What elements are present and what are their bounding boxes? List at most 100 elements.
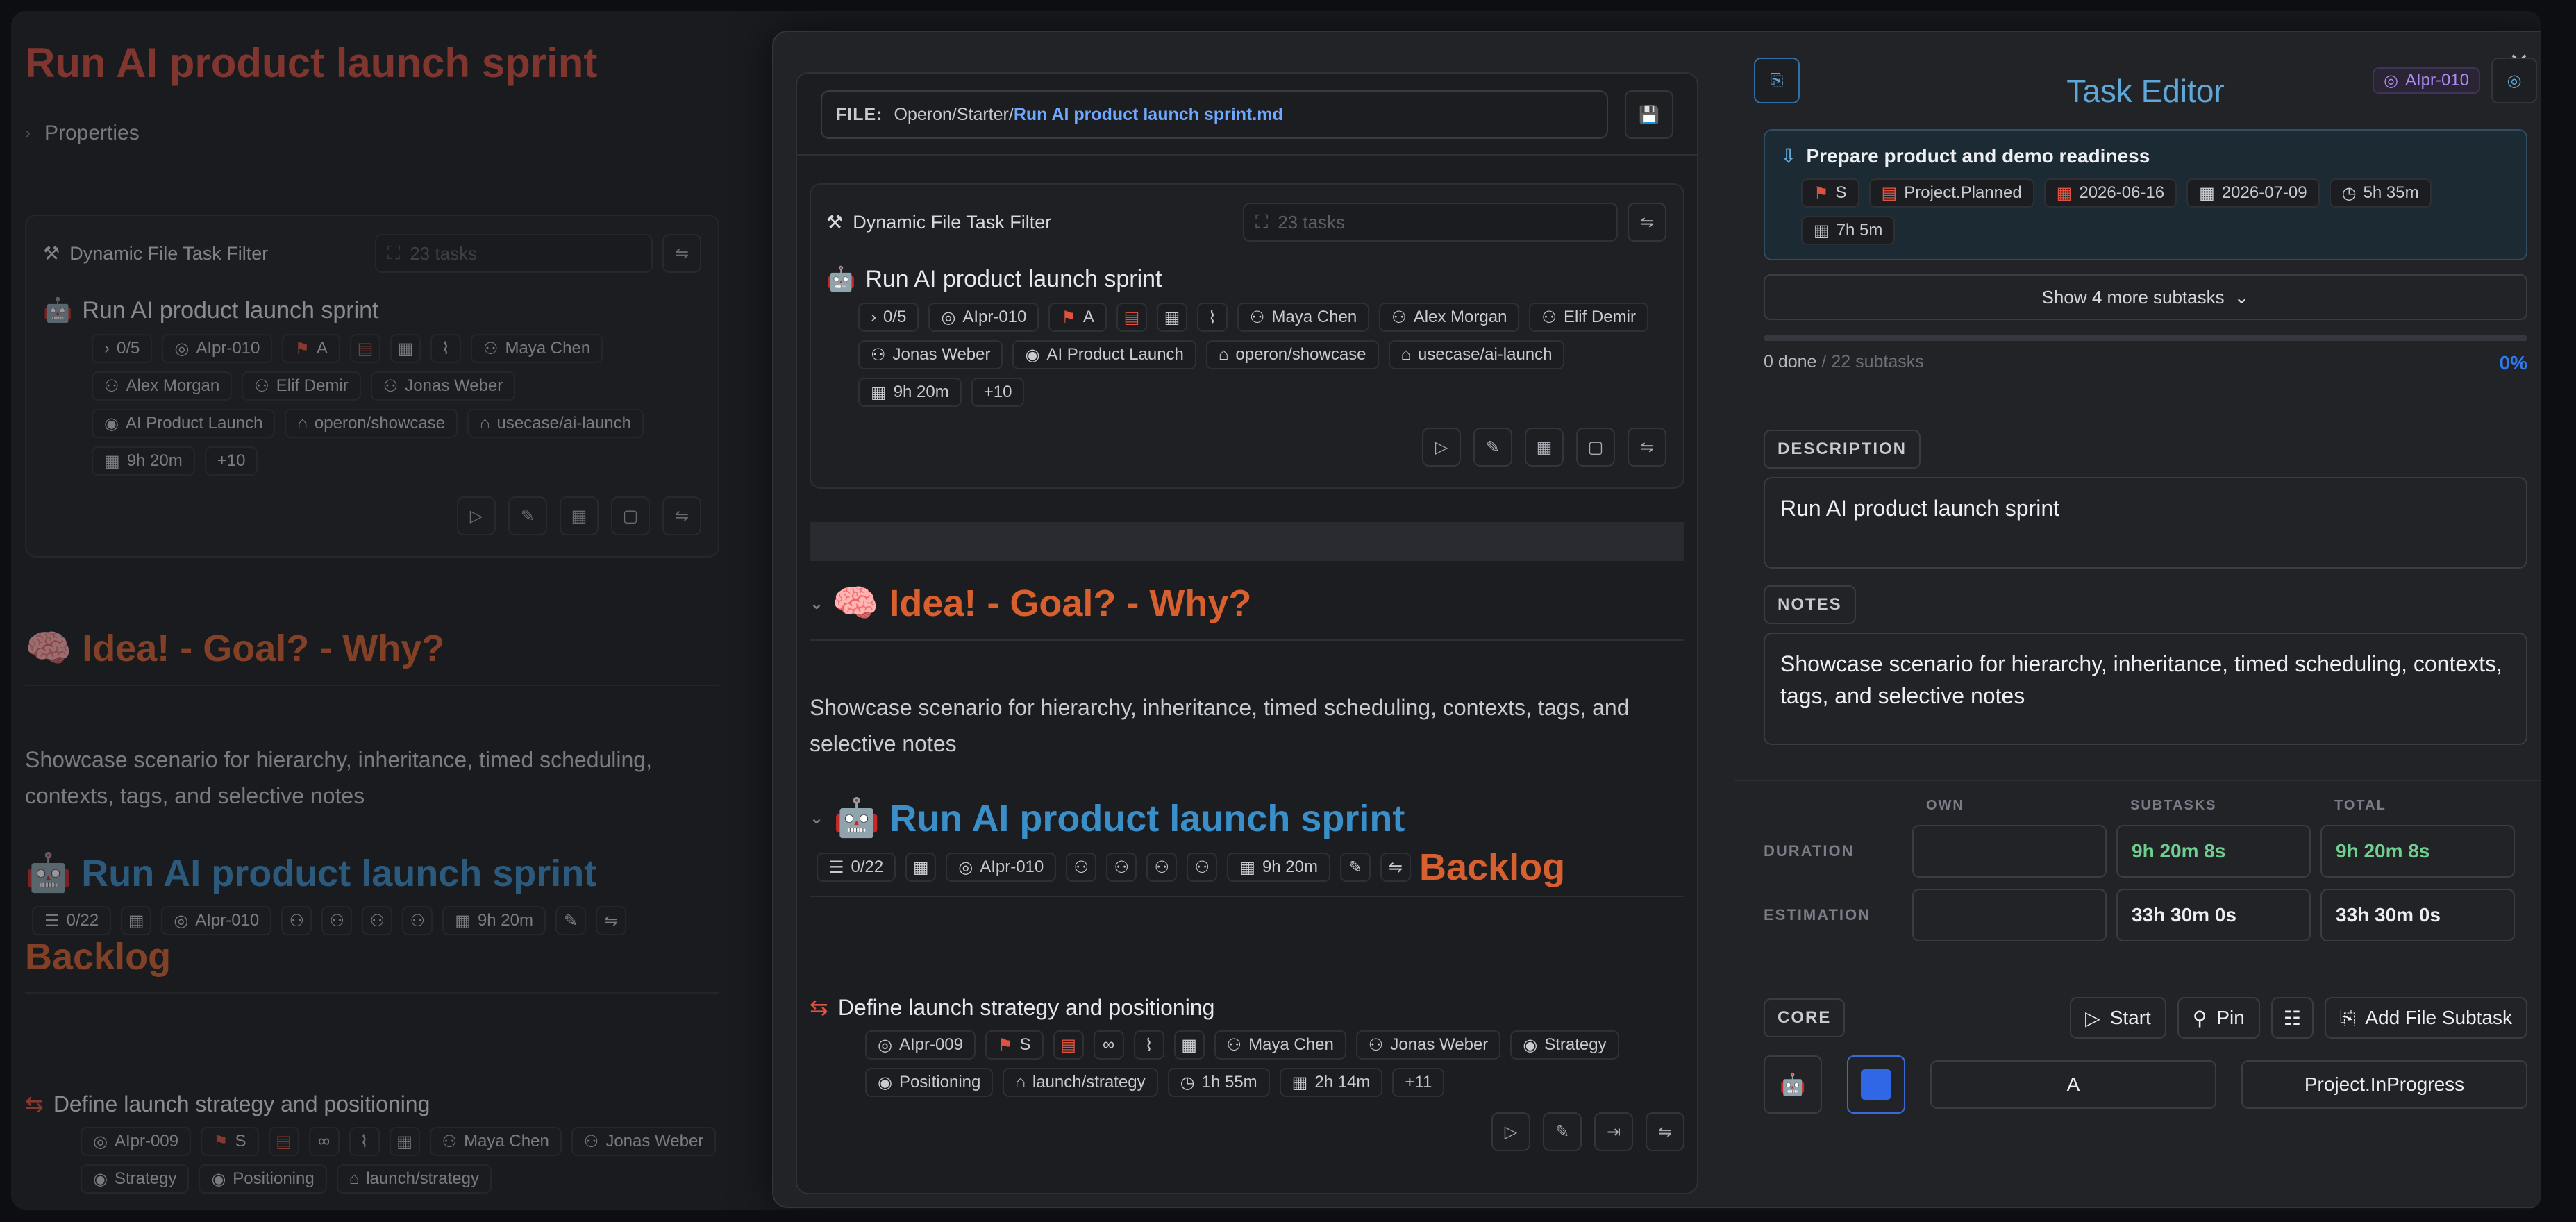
- play-button[interactable]: ▷: [457, 496, 496, 535]
- robot-icon-button[interactable]: 🤖: [1764, 1055, 1822, 1114]
- settings-button[interactable]: ⇋: [1628, 428, 1666, 467]
- chip-status[interactable]: ▤ Project.Planned: [1868, 178, 2034, 208]
- chip-board[interactable]: ▦: [121, 906, 152, 935]
- chip-settings[interactable]: ⇋: [1380, 853, 1411, 882]
- chip-priority[interactable]: ⚑ S: [1801, 178, 1859, 208]
- play-button[interactable]: ▷: [1422, 428, 1461, 467]
- chip-settings[interactable]: ⇋: [596, 906, 626, 935]
- chip-status[interactable]: ▤: [268, 1127, 299, 1156]
- chip-tag[interactable]: ⌂ operon/showcase: [285, 409, 458, 438]
- chip-duration[interactable]: ▦ 9h 20m: [1227, 853, 1330, 882]
- filter-settings-button[interactable]: ⇋: [662, 234, 701, 273]
- start-button[interactable]: ▷ Start: [2070, 997, 2166, 1039]
- chip-users[interactable]: ⚇: [321, 906, 353, 935]
- board-button[interactable]: ▦: [1525, 428, 1564, 467]
- chip-priority[interactable]: ⚑ A: [282, 334, 340, 363]
- chip-users[interactable]: ⚇: [281, 906, 312, 935]
- show-more-subtasks-button[interactable]: Show 4 more subtasks ⌄: [1764, 274, 2527, 320]
- chip-users[interactable]: ⚇: [402, 906, 433, 935]
- chip-person[interactable]: ⚇ Maya Chen: [1237, 303, 1370, 332]
- color-picker-button[interactable]: [1847, 1055, 1905, 1114]
- chip-id[interactable]: ◎ AIpr-009: [81, 1127, 192, 1156]
- chip-progress[interactable]: › 0/5: [92, 334, 153, 363]
- chip-id[interactable]: ◎ AIpr-010: [946, 853, 1057, 882]
- chip-users[interactable]: ⚇: [1066, 853, 1097, 882]
- chip-date[interactable]: ▦: [389, 1127, 420, 1156]
- chip-status[interactable]: ▤: [349, 334, 380, 363]
- chip-link[interactable]: ∞: [308, 1127, 340, 1156]
- description-field[interactable]: Run AI product launch sprint: [1764, 477, 2527, 569]
- chip-person[interactable]: ⚇ Elif Demir: [242, 371, 361, 401]
- chip-users[interactable]: ⚇: [1106, 853, 1137, 882]
- chip-more[interactable]: +11: [1392, 1068, 1445, 1097]
- chip-date[interactable]: ▦: [1173, 1030, 1205, 1060]
- chip-users[interactable]: ⚇: [1146, 853, 1178, 882]
- chip-context[interactable]: ◉ Positioning: [199, 1164, 327, 1194]
- chip-tag[interactable]: ⌂ launch/strategy: [1003, 1068, 1158, 1097]
- file-button[interactable]: ▢: [1576, 428, 1615, 467]
- file-path-field[interactable]: FILE: Operon/Starter/Run AI product laun…: [821, 90, 1608, 139]
- settings-button[interactable]: ⇋: [662, 496, 701, 535]
- chip-timer[interactable]: ◷ 5h 35m: [2329, 178, 2432, 208]
- add-file-subtask-button[interactable]: ⎘ Add File Subtask: [2324, 997, 2527, 1039]
- settings-button[interactable]: ⇋: [1646, 1112, 1684, 1151]
- chip-status[interactable]: ▤: [1053, 1030, 1084, 1060]
- chip-timer[interactable]: ◷ 1h 55m: [1167, 1068, 1270, 1097]
- filter-search-input[interactable]: ⛶ 23 tasks: [1243, 203, 1618, 242]
- chip-person[interactable]: ⚇ Alex Morgan: [92, 371, 233, 401]
- chip-id[interactable]: ◎ AIpr-010: [928, 303, 1039, 332]
- chip-more[interactable]: +10: [971, 378, 1025, 407]
- chip-board[interactable]: ▦: [905, 853, 937, 882]
- section-task-title[interactable]: Run AI product launch sprint: [81, 852, 596, 895]
- chip-link[interactable]: ∞: [1093, 1030, 1124, 1060]
- chip-id[interactable]: ◎ AIpr-010: [162, 334, 273, 363]
- file-button[interactable]: ▢: [611, 496, 650, 535]
- chip-person[interactable]: ⚇ Maya Chen: [470, 334, 603, 363]
- chip-tag[interactable]: ⌂ launch/strategy: [336, 1164, 492, 1194]
- chip-due-date[interactable]: ▦ 2026-07-09: [2186, 178, 2320, 208]
- chip-duration[interactable]: ▦ 2h 14m: [1279, 1068, 1383, 1097]
- chip-progress[interactable]: ☰ 0/22: [817, 853, 896, 882]
- chip-date[interactable]: ▦: [390, 334, 421, 363]
- chip-date[interactable]: ▦: [1156, 303, 1187, 332]
- chip-trend[interactable]: ⌇: [1133, 1030, 1164, 1060]
- chip-person[interactable]: ⚇ Alex Morgan: [1379, 303, 1520, 332]
- edit-button[interactable]: ✎: [1473, 428, 1512, 467]
- section-task-title[interactable]: Run AI product launch sprint: [889, 797, 1405, 840]
- filter-search-input[interactable]: ⛶ 23 tasks: [375, 234, 653, 273]
- chip-person[interactable]: ⚇ Jonas Weber: [571, 1127, 717, 1156]
- chip-trend[interactable]: ⌇: [430, 334, 461, 363]
- chip-id[interactable]: ◎ AIpr-009: [865, 1030, 976, 1060]
- save-icon[interactable]: 💾: [1625, 90, 1673, 139]
- chip-tag[interactable]: ⌂ usecase/ai-launch: [467, 409, 644, 438]
- chip-users[interactable]: ⚇: [362, 906, 393, 935]
- task-title[interactable]: Run AI product launch sprint: [865, 266, 1162, 293]
- chip-context[interactable]: ◉ Strategy: [1510, 1030, 1619, 1060]
- chip-trend[interactable]: ⌇: [349, 1127, 380, 1156]
- board-button[interactable]: ▦: [560, 496, 599, 535]
- chip-edit[interactable]: ✎: [555, 906, 586, 935]
- chip-start-date[interactable]: ▦ 2026-06-16: [2043, 178, 2177, 208]
- priority-select[interactable]: A: [1930, 1060, 2216, 1109]
- chip-person[interactable]: ⚇ Jonas Weber: [858, 340, 1003, 369]
- status-select[interactable]: Project.InProgress: [2241, 1060, 2527, 1109]
- file-name-link[interactable]: Run AI product launch sprint.md: [1014, 105, 1283, 124]
- chip-estimate[interactable]: ▦ 7h 5m: [1801, 216, 1896, 245]
- play-button[interactable]: ▷: [1491, 1112, 1530, 1151]
- chip-more[interactable]: +10: [204, 446, 258, 476]
- chip-context[interactable]: ◉ AI Product Launch: [92, 409, 276, 438]
- chip-progress[interactable]: ☰ 0/22: [32, 906, 112, 935]
- chevron-down-icon[interactable]: ⌄: [810, 594, 823, 614]
- subtask-title[interactable]: Define launch strategy and positioning: [53, 1091, 430, 1117]
- indent-button[interactable]: ⇥: [1594, 1112, 1633, 1151]
- checklist-button[interactable]: ☷: [2270, 997, 2314, 1039]
- chip-tag[interactable]: ⌂ operon/showcase: [1205, 340, 1379, 369]
- chip-priority[interactable]: ⚑ S: [201, 1127, 259, 1156]
- chip-duration[interactable]: ▦ 9h 20m: [858, 378, 962, 407]
- chevron-down-icon[interactable]: ⌄: [810, 808, 823, 828]
- chip-edit[interactable]: ✎: [1340, 853, 1371, 882]
- notes-field[interactable]: Showcase scenario for hierarchy, inherit…: [1764, 633, 2527, 745]
- chip-users[interactable]: ⚇: [1187, 853, 1218, 882]
- properties-toggle[interactable]: › Properties: [25, 122, 719, 145]
- chip-progress[interactable]: › 0/5: [858, 303, 919, 332]
